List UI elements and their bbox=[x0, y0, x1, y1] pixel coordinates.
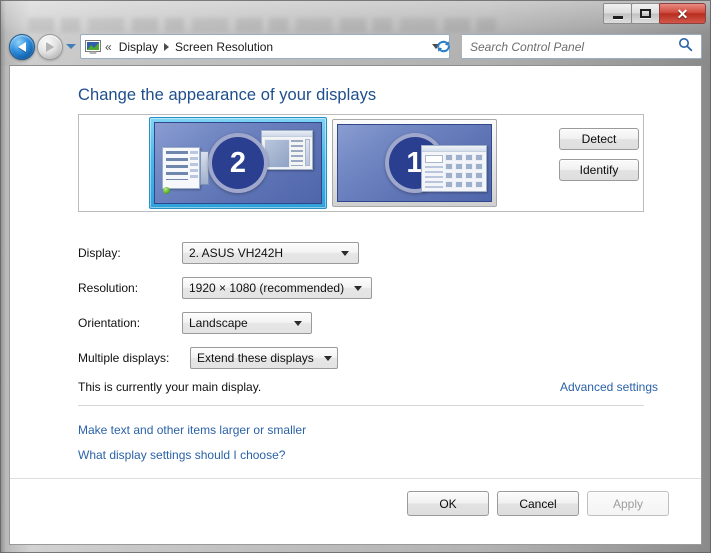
breadcrumb-overflow[interactable]: « bbox=[101, 40, 116, 54]
multiple-displays-select-value: Extend these displays bbox=[197, 351, 314, 365]
make-text-larger-link[interactable]: Make text and other items larger or smal… bbox=[78, 423, 306, 437]
chevron-down-icon bbox=[354, 285, 363, 291]
multiple-displays-row: Multiple displays: Extend these displays bbox=[78, 347, 338, 369]
navigation-bar: « Display Screen Resolution Search Contr… bbox=[0, 30, 711, 64]
screen-resolution-window: ✕ « Display Screen Resolution Search Con… bbox=[0, 0, 711, 553]
search-icon[interactable] bbox=[678, 37, 693, 57]
display-row: Display: 2. ASUS VH242H bbox=[78, 242, 359, 264]
chevron-right-icon[interactable] bbox=[164, 42, 170, 51]
resolution-label: Resolution: bbox=[78, 281, 139, 295]
window-caption-buttons: ✕ bbox=[603, 3, 706, 25]
forward-button[interactable] bbox=[37, 34, 63, 60]
display-control-panel-icon bbox=[85, 39, 101, 55]
search-box[interactable]: Search Control Panel bbox=[462, 34, 702, 59]
display-select[interactable]: 2. ASUS VH242H bbox=[182, 242, 359, 264]
close-button[interactable]: ✕ bbox=[659, 3, 706, 24]
orientation-select[interactable]: Landscape bbox=[182, 312, 312, 334]
breadcrumb-screen-resolution[interactable]: Screen Resolution bbox=[172, 38, 276, 56]
resolution-select[interactable]: 1920 × 1080 (recommended) bbox=[182, 277, 372, 299]
minimize-button[interactable] bbox=[603, 3, 632, 24]
orientation-label: Orientation: bbox=[78, 316, 141, 330]
apply-button: Apply bbox=[587, 491, 669, 516]
what-display-settings-link[interactable]: What display settings should I choose? bbox=[78, 448, 285, 462]
content-pane: Change the appearance of your displays 2… bbox=[9, 65, 702, 545]
orientation-select-value: Landscape bbox=[189, 316, 248, 330]
minimize-icon bbox=[612, 16, 623, 19]
monitor-2-wallpaper: 2 bbox=[155, 123, 321, 203]
back-button[interactable] bbox=[9, 34, 35, 60]
chevron-down-icon bbox=[294, 320, 302, 326]
advanced-settings-link[interactable]: Advanced settings bbox=[560, 380, 658, 394]
address-bar[interactable]: « Display Screen Resolution bbox=[80, 34, 450, 59]
calculator-thumbnail-icon bbox=[421, 145, 487, 192]
monitor-2[interactable]: 2 bbox=[149, 117, 327, 209]
window-thumbnail-icon bbox=[261, 130, 313, 170]
identify-button[interactable]: Identify bbox=[559, 159, 639, 181]
close-icon: ✕ bbox=[676, 5, 689, 22]
page-title: Change the appearance of your displays bbox=[78, 86, 377, 104]
multiple-displays-label: Multiple displays: bbox=[78, 351, 170, 365]
maximize-icon bbox=[640, 9, 651, 18]
footer-separator bbox=[10, 478, 701, 479]
section-divider bbox=[78, 405, 644, 406]
recent-pages-dropdown-icon[interactable] bbox=[66, 44, 76, 49]
arrow-right-icon bbox=[46, 42, 54, 52]
refresh-button[interactable] bbox=[432, 35, 454, 57]
monitor-1-screen: 1 bbox=[337, 124, 492, 202]
breadcrumb-display[interactable]: Display bbox=[116, 38, 161, 56]
main-display-note: This is currently your main display. bbox=[78, 380, 262, 394]
maximize-button[interactable] bbox=[631, 3, 660, 24]
detect-button[interactable]: Detect bbox=[559, 128, 639, 150]
multiple-displays-select[interactable]: Extend these displays bbox=[190, 347, 338, 369]
ok-button[interactable]: OK bbox=[407, 491, 489, 516]
orientation-row: Orientation: Landscape bbox=[78, 312, 312, 334]
display-select-value: 2. ASUS VH242H bbox=[189, 246, 284, 260]
monitor-1-wallpaper: 1 bbox=[338, 125, 491, 201]
arrow-left-icon bbox=[18, 42, 26, 52]
start-orb-icon bbox=[163, 187, 170, 194]
chevron-down-icon bbox=[341, 250, 349, 256]
monitor-2-screen: 2 bbox=[154, 122, 322, 204]
monitor-2-number: 2 bbox=[208, 133, 268, 193]
refresh-icon bbox=[436, 40, 450, 52]
chevron-down-icon bbox=[323, 355, 332, 361]
start-menu-thumbnail-icon bbox=[162, 147, 212, 194]
search-input[interactable]: Search Control Panel bbox=[470, 40, 678, 54]
resolution-select-value: 1920 × 1080 (recommended) bbox=[189, 281, 345, 295]
resolution-row: Resolution: 1920 × 1080 (recommended) bbox=[78, 277, 372, 299]
monitor-1[interactable]: 1 bbox=[332, 119, 497, 207]
display-label: Display: bbox=[78, 246, 121, 260]
cancel-button[interactable]: Cancel bbox=[497, 491, 579, 516]
